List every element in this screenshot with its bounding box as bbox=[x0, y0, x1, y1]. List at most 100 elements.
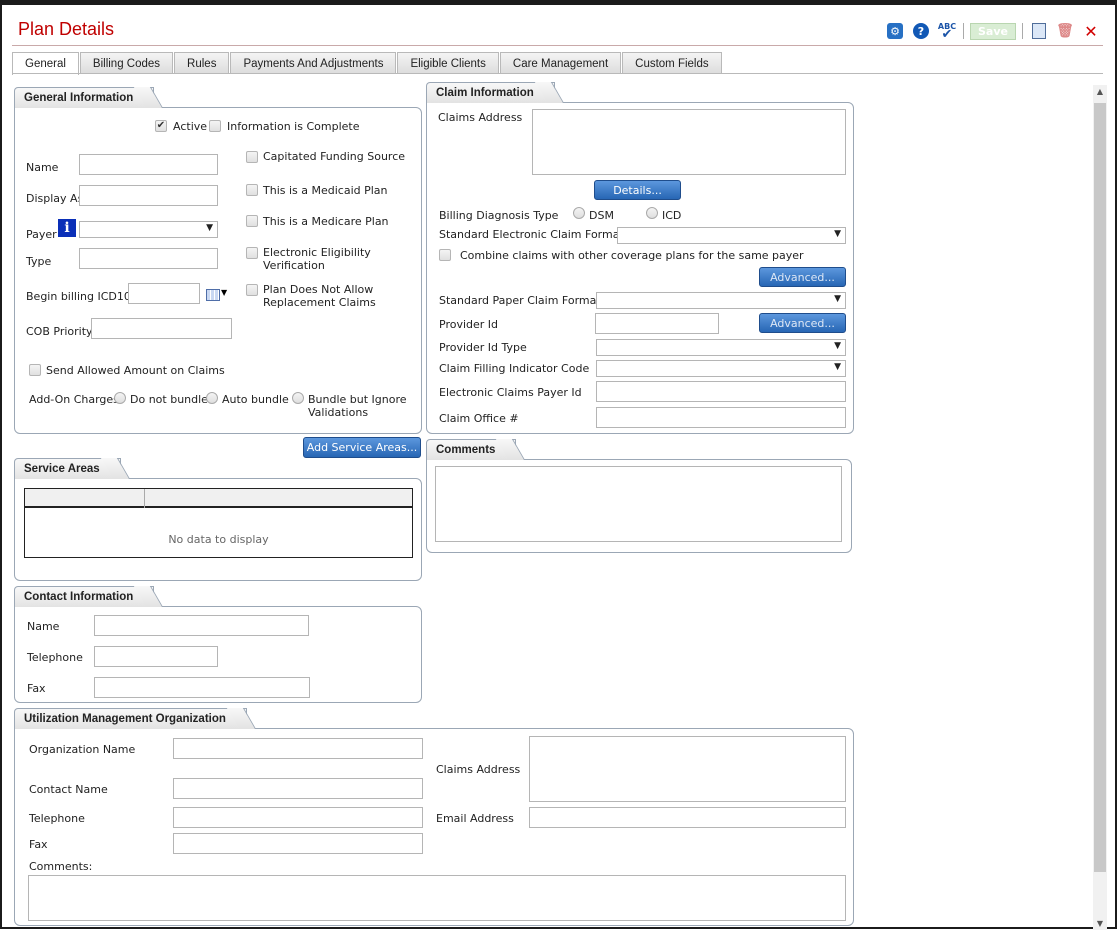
claim-office-input[interactable] bbox=[596, 407, 846, 428]
umo-contact-name-input[interactable] bbox=[173, 778, 423, 799]
umo-claims-address-textarea[interactable] bbox=[529, 736, 846, 802]
no-replacement-claims-checkbox[interactable] bbox=[246, 284, 258, 296]
toolbar-separator bbox=[963, 23, 964, 39]
grid-header-row bbox=[25, 489, 412, 508]
comments-textarea[interactable] bbox=[435, 466, 842, 542]
active-checkbox[interactable]: ✔ bbox=[155, 120, 167, 132]
email-address-input[interactable] bbox=[529, 807, 846, 828]
utilization-management-panel: Utilization Management Organization Orga… bbox=[14, 708, 854, 926]
standard-electronic-claim-format-select[interactable]: ▼ bbox=[617, 227, 846, 244]
billing-diagnosis-type-label: Billing Diagnosis Type bbox=[439, 209, 559, 222]
do-not-bundle-radio[interactable] bbox=[114, 392, 126, 404]
advanced-button-provider[interactable]: Advanced... bbox=[759, 313, 846, 333]
scrollbar-thumb[interactable] bbox=[1094, 103, 1106, 872]
contact-name-label: Name bbox=[27, 620, 60, 633]
medicaid-plan-checkbox[interactable] bbox=[246, 184, 258, 196]
claim-filling-indicator-select[interactable]: ▼ bbox=[596, 360, 846, 377]
dsm-radio[interactable] bbox=[573, 207, 585, 219]
claim-information-header: Claim Information bbox=[426, 82, 555, 103]
spell-check-button[interactable]: ABC ✔ bbox=[937, 21, 957, 42]
payer-select[interactable]: ▼ bbox=[79, 221, 218, 238]
help-icon: ? bbox=[913, 23, 929, 39]
electronic-eligibility-label-line1: Electronic Eligibility bbox=[263, 246, 371, 259]
claims-address-label: Claims Address bbox=[438, 111, 523, 124]
organization-name-input[interactable] bbox=[173, 738, 423, 759]
auto-bundle-radio[interactable] bbox=[206, 392, 218, 404]
add-service-areas-button[interactable]: Add Service Areas... bbox=[303, 437, 421, 458]
cob-priority-input[interactable] bbox=[91, 318, 232, 339]
email-address-label: Email Address bbox=[436, 812, 514, 825]
cob-priority-label: COB Priority bbox=[26, 325, 93, 338]
vertical-scrollbar[interactable]: ▲ ▼ bbox=[1093, 85, 1107, 930]
provider-id-input[interactable] bbox=[595, 313, 719, 334]
umo-fax-input[interactable] bbox=[173, 833, 423, 854]
save-button[interactable]: Save bbox=[970, 22, 1016, 40]
provider-id-type-select[interactable]: ▼ bbox=[596, 339, 846, 356]
umo-telephone-input[interactable] bbox=[173, 807, 423, 828]
bundle-ignore-label-line2: Validations bbox=[308, 406, 369, 419]
display-as-input[interactable] bbox=[79, 185, 218, 206]
contact-name-input[interactable] bbox=[94, 615, 309, 636]
scroll-up-arrow-icon[interactable]: ▲ bbox=[1093, 87, 1107, 96]
electronic-claims-payer-id-input[interactable] bbox=[596, 381, 846, 402]
medicare-plan-checkbox[interactable] bbox=[246, 215, 258, 227]
contact-telephone-input[interactable] bbox=[94, 646, 218, 667]
type-label: Type bbox=[26, 255, 52, 268]
electronic-eligibility-checkbox[interactable] bbox=[246, 247, 258, 259]
contact-fax-input[interactable] bbox=[94, 677, 310, 698]
contact-telephone-label: Telephone bbox=[27, 651, 83, 664]
name-input[interactable] bbox=[79, 154, 218, 175]
comments-body bbox=[426, 459, 852, 553]
icd-label: ICD bbox=[662, 209, 682, 222]
chevron-down-icon: ▼ bbox=[834, 294, 841, 304]
icd-radio[interactable] bbox=[646, 207, 658, 219]
umo-contact-name-label: Contact Name bbox=[29, 783, 108, 796]
combine-claims-checkbox[interactable] bbox=[439, 249, 451, 261]
type-input[interactable] bbox=[79, 248, 218, 269]
claims-address-textarea[interactable] bbox=[532, 109, 846, 175]
general-information-body: ✔ Active Information is Complete Name Di… bbox=[14, 107, 422, 434]
advanced-button-electronic[interactable]: Advanced... bbox=[759, 267, 846, 287]
calendar-icon[interactable]: ▼ bbox=[206, 288, 228, 302]
claim-office-label: Claim Office # bbox=[439, 412, 519, 425]
standard-paper-claim-format-select[interactable]: ▼ bbox=[596, 292, 846, 309]
send-allowed-amount-label: Send Allowed Amount on Claims bbox=[46, 364, 225, 377]
standard-electronic-claim-format-label: Standard Electronic Claim Format bbox=[439, 228, 624, 241]
chevron-down-icon: ▼ bbox=[834, 341, 841, 351]
tab-billing-codes[interactable]: Billing Codes bbox=[79, 52, 174, 74]
send-allowed-amount-checkbox[interactable] bbox=[29, 364, 41, 376]
tabs-divider bbox=[12, 73, 1103, 74]
utilization-management-body: Organization Name Contact Name Telephone… bbox=[14, 728, 854, 926]
document-icon bbox=[1032, 23, 1046, 39]
tab-rules[interactable]: Rules bbox=[174, 52, 230, 74]
help-button[interactable]: ? bbox=[911, 21, 931, 41]
contact-information-panel: Contact Information Name Telephone Fax bbox=[14, 586, 422, 703]
chevron-down-icon: ▼ bbox=[206, 223, 213, 233]
contact-fax-label: Fax bbox=[27, 682, 46, 695]
title-divider bbox=[12, 45, 1103, 46]
column-separator bbox=[144, 489, 145, 508]
tab-bar: General Billing Codes Rules Payments And… bbox=[12, 52, 723, 75]
information-complete-checkbox[interactable] bbox=[209, 120, 221, 132]
medicaid-plan-label: This is a Medicaid Plan bbox=[263, 184, 388, 197]
close-button[interactable]: ✕ bbox=[1081, 21, 1101, 41]
begin-billing-icd10-input[interactable] bbox=[128, 283, 200, 304]
details-button[interactable]: Details... bbox=[594, 180, 681, 200]
scroll-down-arrow-icon[interactable]: ▼ bbox=[1093, 919, 1107, 928]
service-areas-panel: Service Areas No data to display bbox=[14, 458, 422, 581]
capitated-funding-label: Capitated Funding Source bbox=[263, 150, 406, 163]
bundle-ignore-validations-radio[interactable] bbox=[292, 392, 304, 404]
tab-care-management[interactable]: Care Management bbox=[499, 52, 622, 74]
organization-name-label: Organization Name bbox=[29, 743, 136, 756]
tab-eligible-clients[interactable]: Eligible Clients bbox=[397, 52, 499, 74]
tab-general[interactable]: General bbox=[12, 52, 79, 75]
info-icon[interactable]: i bbox=[58, 219, 76, 237]
umo-fax-label: Fax bbox=[29, 838, 48, 851]
new-document-button[interactable] bbox=[1029, 21, 1049, 41]
capitated-funding-checkbox[interactable] bbox=[246, 151, 258, 163]
settings-button[interactable]: ⚙ bbox=[885, 21, 905, 41]
umo-comments-textarea[interactable] bbox=[28, 875, 846, 921]
tab-custom-fields[interactable]: Custom Fields bbox=[622, 52, 722, 74]
delete-button[interactable]: 🗑 bbox=[1055, 21, 1075, 41]
tab-payments-and-adjustments[interactable]: Payments And Adjustments bbox=[230, 52, 397, 74]
